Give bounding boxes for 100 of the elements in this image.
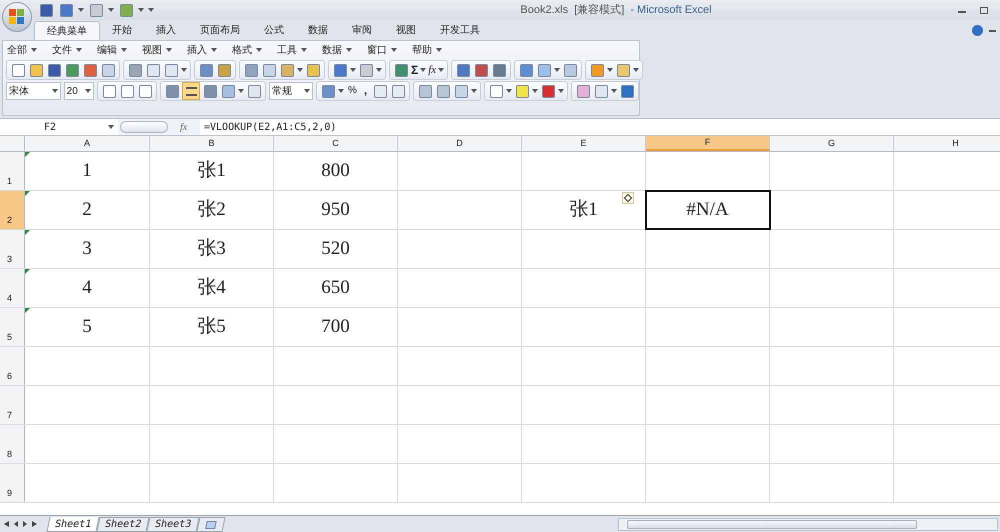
caret-icon[interactable] (108, 125, 114, 129)
menu-item[interactable]: 工具 (277, 42, 320, 58)
caret-icon[interactable] (420, 68, 426, 72)
caret-icon[interactable] (438, 68, 444, 72)
previous-sheet-button[interactable] (14, 521, 18, 527)
menu-item[interactable]: 帮助 (412, 42, 455, 58)
formula-field[interactable]: =VLOOKUP(E2,A1:C5,2,0) (200, 119, 1000, 135)
ribbon-tab[interactable]: 公式 (252, 21, 296, 40)
slider-handle[interactable] (120, 121, 168, 133)
table-cell: 张3 (150, 230, 274, 268)
insert-sheet-button[interactable] (196, 516, 226, 532)
restore-button[interactable] (980, 6, 988, 14)
row-header[interactable]: 6 (0, 347, 25, 385)
caret-icon[interactable] (304, 89, 310, 93)
row-header[interactable]: 4 (0, 269, 25, 307)
caret-icon[interactable] (211, 48, 217, 52)
menu-item[interactable]: 全部 (7, 42, 50, 58)
menu-item[interactable]: 数据 (322, 42, 365, 58)
caret-icon[interactable] (85, 89, 91, 93)
function-button[interactable]: fx (180, 120, 200, 134)
row-header[interactable]: 5 (0, 308, 25, 346)
sheet-tab[interactable]: Sheet1 (46, 516, 100, 532)
ribbon-tab[interactable]: 开始 (100, 21, 144, 40)
number-format-field[interactable]: 常规 (269, 82, 314, 100)
first-sheet-button[interactable] (4, 521, 9, 527)
next-sheet-button[interactable] (23, 521, 27, 527)
caret-icon[interactable] (238, 89, 244, 93)
column-header[interactable]: H (894, 136, 1000, 151)
table-cell: 张4 (150, 269, 274, 307)
row-header[interactable]: 2 (0, 191, 25, 229)
caret-icon[interactable] (532, 89, 538, 93)
caret-icon[interactable] (607, 68, 614, 72)
column-header[interactable]: G (770, 136, 894, 151)
caret-icon[interactable] (301, 48, 307, 52)
row-header[interactable]: 7 (0, 386, 25, 424)
caret-icon[interactable] (121, 48, 127, 52)
sum-button[interactable]: Σ (411, 63, 418, 77)
column-header[interactable]: A (25, 136, 150, 151)
table-cell: 张2 (150, 191, 274, 229)
caret-icon[interactable] (78, 8, 84, 12)
menu-item[interactable]: 文件 (52, 42, 95, 58)
caret-icon[interactable] (554, 68, 560, 72)
caret-icon[interactable] (350, 68, 356, 72)
caret-icon[interactable] (338, 89, 344, 93)
column-header[interactable]: B (150, 136, 274, 151)
caret-icon[interactable] (76, 48, 82, 52)
ribbon-tab[interactable]: 审阅 (340, 21, 384, 40)
font-name-field[interactable]: 宋体 (6, 82, 61, 100)
percent-button[interactable]: % (346, 84, 359, 98)
warning-icon[interactable] (622, 192, 634, 204)
caret-icon[interactable] (376, 68, 382, 72)
column-header[interactable]: F (646, 136, 770, 151)
app-name: - Microsoft Excel (630, 2, 712, 18)
menu-item[interactable]: 格式 (232, 42, 275, 58)
column-header[interactable]: D (398, 136, 522, 151)
row-header[interactable]: 9 (0, 464, 25, 502)
menu-item[interactable]: 视图 (142, 42, 185, 58)
sheet-tab[interactable]: Sheet3 (146, 516, 200, 532)
table-cell: 4 (25, 269, 150, 307)
horizontal-scrollbar[interactable] (618, 518, 998, 530)
caret-icon[interactable] (633, 68, 640, 72)
caret-icon[interactable] (471, 89, 477, 93)
table-cell: 700 (274, 308, 398, 346)
ribbon-tab[interactable]: 插入 (144, 21, 188, 40)
caret-icon[interactable] (256, 48, 262, 52)
sheet-tab[interactable]: Sheet2 (96, 516, 150, 532)
caret-icon[interactable] (166, 48, 172, 52)
column-header[interactable]: C (274, 136, 398, 151)
align-center-icon[interactable] (182, 82, 200, 100)
minimize-button[interactable] (989, 30, 996, 32)
table-cell: 3 (25, 230, 150, 268)
caret-icon[interactable] (108, 8, 114, 12)
caret-icon[interactable] (181, 68, 187, 72)
caret-icon[interactable] (558, 89, 564, 93)
font-size-field[interactable]: 20 (64, 82, 94, 100)
row-header[interactable]: 3 (0, 230, 25, 268)
last-sheet-button[interactable] (32, 521, 37, 527)
caret-icon[interactable] (391, 48, 397, 52)
ribbon-tab[interactable]: 开发工具 (428, 21, 492, 40)
row-header[interactable]: 8 (0, 425, 25, 463)
caret-icon[interactable] (297, 68, 303, 72)
caret-icon[interactable] (52, 89, 58, 93)
row-header[interactable]: 1 (0, 152, 25, 190)
caret-icon[interactable] (346, 48, 352, 52)
ribbon-tab[interactable]: 数据 (296, 21, 340, 40)
menu-item[interactable]: 窗口 (367, 42, 410, 58)
table-cell: 950 (274, 191, 398, 229)
name-box[interactable]: F2 (0, 119, 118, 135)
ribbon-tab[interactable]: 页面布局 (188, 21, 252, 40)
menu-item[interactable]: 编辑 (97, 42, 140, 58)
caret-icon[interactable] (436, 48, 442, 52)
caret-icon[interactable] (31, 48, 37, 52)
office-button[interactable] (2, 2, 32, 32)
menu-item[interactable]: 插入 (187, 42, 230, 58)
caret-icon[interactable] (611, 89, 617, 93)
function-button[interactable]: fx (428, 63, 436, 77)
ribbon-tab[interactable]: 视图 (384, 21, 428, 40)
caret-icon[interactable] (506, 89, 512, 93)
ribbon-tab[interactable]: 经典菜单 (34, 21, 100, 40)
comma-button[interactable]: , (360, 84, 370, 98)
